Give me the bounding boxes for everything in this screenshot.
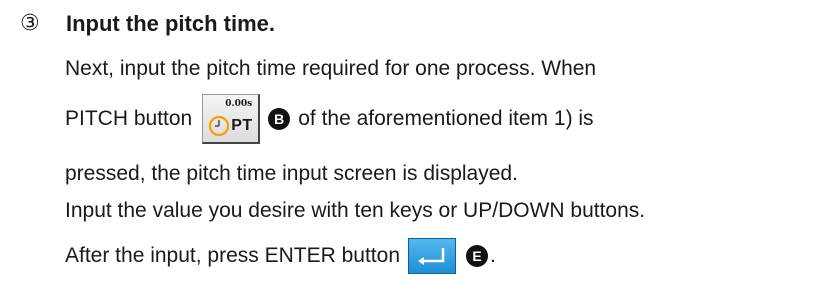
pitch-time-value: 0.00s bbox=[225, 99, 253, 109]
line-3-text: pressed, the pitch time input screen is … bbox=[65, 162, 518, 185]
step-title: Input the pitch time. bbox=[66, 11, 275, 36]
paragraph-line-1: Next, input the pitch time required for … bbox=[65, 57, 596, 81]
callout-badge-b: B bbox=[268, 108, 291, 130]
enter-return-icon bbox=[418, 248, 445, 265]
step-number: ③ bbox=[20, 11, 40, 36]
clock-icon bbox=[209, 115, 230, 137]
line-5-text-after: . bbox=[490, 244, 496, 267]
pitch-button-label: PT bbox=[231, 117, 253, 134]
pitch-button[interactable]: 0.00s PT bbox=[202, 94, 261, 144]
paragraph-line-4: Input the value you desire with ten keys… bbox=[65, 199, 645, 223]
paragraph-line-2: PITCH button 0.00s PT B of the aforement… bbox=[65, 94, 594, 144]
step-heading: ③ Input the pitch time. bbox=[20, 7, 275, 41]
line-5-text-before: After the input, press ENTER button bbox=[65, 244, 400, 267]
callout-badge-e: E bbox=[466, 245, 488, 267]
paragraph-line-5: After the input, press ENTER button E . bbox=[65, 236, 496, 276]
line-4-text: Input the value you desire with ten keys… bbox=[65, 199, 646, 222]
line-2-text-before: PITCH button bbox=[65, 107, 193, 130]
line-1-text: Next, input the pitch time required for … bbox=[65, 57, 597, 80]
paragraph-line-3: pressed, the pitch time input screen is … bbox=[65, 162, 518, 186]
enter-button[interactable] bbox=[408, 238, 456, 274]
line-2-text-after: of the aforementioned item 1) is bbox=[298, 107, 594, 130]
